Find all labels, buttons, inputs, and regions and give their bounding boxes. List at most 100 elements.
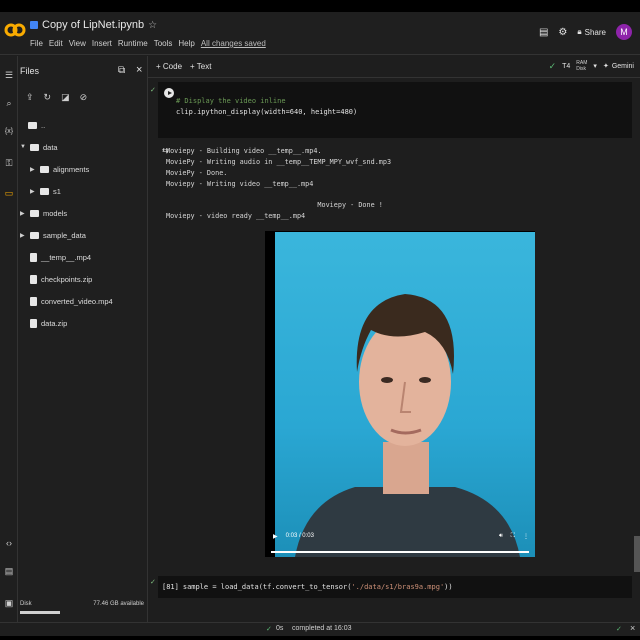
menu-edit[interactable]: Edit <box>49 39 63 48</box>
mount-drive-icon[interactable]: ◪ <box>61 92 70 103</box>
tree-item-checkpoints-zip[interactable]: checkpoints.zip <box>30 272 92 286</box>
gemini-button[interactable]: ✦ Gemini <box>602 62 634 71</box>
caret-right-icon[interactable]: ▶ <box>30 188 36 195</box>
settings-gear-icon[interactable]: ⚙ <box>558 27 567 38</box>
files-panel-title: Files <box>20 66 40 76</box>
folder-icon <box>30 143 39 151</box>
code-line: clip.ipython_display(width=640, height=4… <box>176 108 358 116</box>
gemini-label: Gemini <box>611 62 634 70</box>
resource-meters[interactable]: RAM Disk <box>576 60 587 72</box>
disk-label: Disk <box>20 601 32 607</box>
code-string: './data/s1/bras9a.mpg' <box>351 583 445 591</box>
secrets-key-icon[interactable]: ⚿ <box>3 158 15 170</box>
avatar[interactable]: M <box>616 24 632 40</box>
caret-right-icon[interactable]: ▶ <box>20 232 26 239</box>
notebook-toolbar: + Code + Text ✓ T4 RAM Disk ▾ ✦ Gemini <box>148 56 640 78</box>
share-label: Share <box>584 27 606 37</box>
comments-icon[interactable]: ▤ <box>539 27 548 38</box>
notebook-title[interactable]: Copy of LipNet.ipynb <box>42 19 144 31</box>
tree-item-s1[interactable]: ▶ s1 <box>30 184 61 198</box>
status-check-icon-right: ✓ <box>616 626 622 633</box>
tree-item-converted-video[interactable]: converted_video.mp4 <box>30 294 113 308</box>
files-toolbar: ⇪ ↻ ◪ ⊘ <box>26 92 87 103</box>
add-code-button[interactable]: + Code <box>156 62 182 71</box>
menu-help[interactable]: Help <box>178 39 194 48</box>
add-text-button[interactable]: + Text <box>190 62 211 71</box>
code-snippets-icon[interactable]: ‹› <box>3 538 15 550</box>
files-folder-icon[interactable]: ▭ <box>3 188 15 200</box>
output-line: Moviepy - Writing video __temp__.mp4 <box>166 180 314 188</box>
caret-right-icon[interactable]: ▶ <box>30 166 36 173</box>
tree-item-models[interactable]: ▶ models <box>20 206 67 220</box>
output-line: MoviePy - Done. <box>166 169 228 177</box>
runtime-type[interactable]: T4 <box>562 63 570 70</box>
hide-files-icon[interactable]: ⊘ <box>80 92 88 103</box>
tree-item-alignments[interactable]: ▶ alignments <box>30 162 89 176</box>
video-player[interactable]: ▶ 0:03 / 0:03 🔊︎ ⛶ ⋮ <box>265 231 535 557</box>
colab-logo-icon[interactable] <box>4 22 26 38</box>
code-suffix: )) <box>444 583 453 591</box>
volume-icon[interactable]: 🔊︎ <box>499 533 503 540</box>
files-panel: Files ⧉ × ⇪ ↻ ◪ ⊘ .. ▼ data ▶ alignments ▶… <box>18 56 148 622</box>
gemini-sparkle-icon: ✦ <box>602 63 609 70</box>
fullscreen-icon[interactable]: ⛶ <box>511 533 515 540</box>
folder-icon <box>40 165 49 173</box>
play-icon[interactable]: ▶ <box>273 533 278 540</box>
folder-icon <box>40 187 49 195</box>
run-cell-button[interactable] <box>164 88 174 98</box>
star-icon[interactable]: ☆ <box>148 20 157 31</box>
variables-icon[interactable]: {x} <box>3 128 15 140</box>
file-icon <box>30 296 37 306</box>
open-in-tab-icon[interactable]: ⧉ <box>118 65 125 76</box>
tree-item-temp-mp4[interactable]: __temp__.mp4 <box>30 250 91 264</box>
save-status[interactable]: All changes saved <box>201 39 266 48</box>
menu-view[interactable]: View <box>69 39 86 48</box>
tree-item-data-zip[interactable]: data.zip <box>30 316 67 330</box>
tree-item-parent[interactable]: .. <box>28 118 45 132</box>
cell1-output: Moviepy - Building video __temp__.mp4. M… <box>166 146 626 222</box>
terminal-icon[interactable]: ▣ <box>3 598 15 610</box>
menu-tools[interactable]: Tools <box>154 39 173 48</box>
code-cell-1[interactable]: # Display the video inline clip.ipython_… <box>158 82 632 138</box>
code-prefix: sample = load_data(tf.convert_to_tensor( <box>182 583 352 591</box>
caret-down-icon[interactable]: ▼ <box>20 144 26 150</box>
runtime-dropdown-icon[interactable]: ▾ <box>593 62 597 70</box>
runtime-status: ✓ T4 RAM Disk ▾ ✦ Gemini <box>549 60 634 72</box>
file-icon <box>30 318 37 328</box>
cell1-code[interactable]: # Display the video inline clip.ipython_… <box>176 96 357 118</box>
close-status-icon[interactable]: × <box>630 623 635 633</box>
file-icon <box>30 252 37 262</box>
drive-file-icon <box>30 21 38 29</box>
video-person-image <box>295 294 520 557</box>
output-line: Moviepy - Building video __temp__.mp4. <box>166 147 322 155</box>
status-check-icon: ✓ <box>266 626 272 633</box>
scrollbar-thumb[interactable] <box>634 536 640 572</box>
output-line: Moviepy - Done ! <box>166 201 383 209</box>
table-of-contents-icon[interactable]: ☰ <box>3 70 15 82</box>
screen-bottom-border <box>0 636 640 640</box>
tree-item-data[interactable]: ▼ data <box>20 140 58 154</box>
video-progress-bar[interactable] <box>271 551 529 553</box>
caret-right-icon[interactable]: ▶ <box>20 210 26 217</box>
status-completed[interactable]: completed at 16:03 <box>292 625 352 632</box>
search-icon[interactable]: ⌕ <box>3 98 15 110</box>
upload-file-icon[interactable]: ⇪ <box>26 92 34 103</box>
code-cell-2[interactable]: [81] sample = load_data(tf.convert_to_te… <box>158 576 632 598</box>
share-button[interactable]: 🔒︎ Share <box>577 27 606 37</box>
refresh-icon[interactable]: ↻ <box>44 92 52 103</box>
code-comment: # Display the video inline <box>176 97 286 105</box>
screen-top-border <box>0 0 640 12</box>
colab-header: Copy of LipNet.ipynb ☆ File Edit View In… <box>0 12 640 55</box>
command-palette-icon[interactable]: ▤ <box>3 566 15 578</box>
tree-item-sample-data[interactable]: ▶ sample_data <box>20 228 86 242</box>
folder-icon <box>30 209 39 217</box>
header-actions: ▤ ⚙ 🔒︎ Share M <box>539 24 632 40</box>
status-duration[interactable]: 0s <box>276 625 283 632</box>
more-options-icon[interactable]: ⋮ <box>523 533 529 540</box>
notebook-main: + Code + Text ✓ T4 RAM Disk ▾ ✦ Gemini ✓… <box>148 56 640 622</box>
close-panel-icon[interactable]: × <box>136 64 142 76</box>
left-icon-rail: ☰ ⌕ {x} ⚿ ▭ ‹› ▤ ▣ <box>0 56 18 622</box>
menu-runtime[interactable]: Runtime <box>118 39 148 48</box>
menu-file[interactable]: File <box>30 39 43 48</box>
menu-insert[interactable]: Insert <box>92 39 112 48</box>
